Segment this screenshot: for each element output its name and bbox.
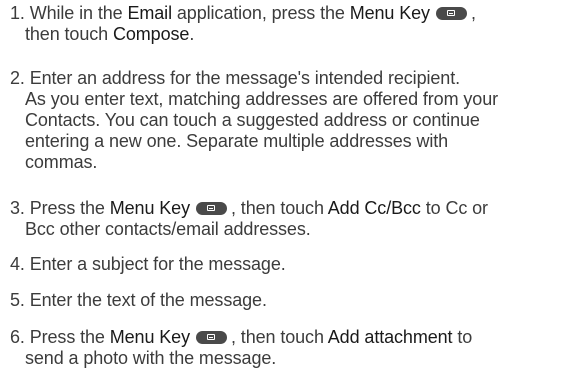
step-2-line-1: 2. Enter an address for the message's in…: [10, 68, 461, 88]
ui-term-add-cc-bcc: Add Cc/Bcc: [327, 198, 421, 218]
step-2-line-4: entering a new one. Separate multiple ad…: [25, 131, 449, 151]
step-2-line-5: commas.: [25, 152, 98, 172]
instruction-document: 1. While in the Email application, press…: [0, 0, 587, 390]
step-6-line-2: send a photo with the message.: [25, 348, 277, 368]
step-4: 4. Enter a subject for the message.: [10, 254, 585, 275]
ui-term-email: Email: [127, 3, 172, 23]
menu-key-icon: [196, 331, 227, 344]
step-5-line-1: 5. Enter the text of the message.: [10, 290, 267, 310]
step-3-line-1: 3. Press the Menu Key, then touch Add Cc…: [10, 198, 488, 218]
ui-term-menu-key: Menu Key: [109, 198, 190, 218]
menu-key-icon: [196, 202, 227, 215]
ui-term-compose: Compose: [112, 24, 190, 44]
step-4-line-1: 4. Enter a subject for the message.: [10, 254, 286, 274]
ui-term-menu-key: Menu Key: [109, 327, 190, 347]
step-2-line-2: As you enter text, matching addresses ar…: [25, 89, 499, 109]
step-1-line-2: then touch Compose.: [25, 24, 195, 44]
menu-key-icon: [435, 7, 467, 20]
step-3: 3. Press the Menu Key, then touch Add Cc…: [10, 198, 585, 240]
step-2: 2. Enter an address for the message's in…: [10, 68, 585, 173]
ui-term-menu-key: Menu Key: [349, 3, 430, 23]
ui-term-add-attachment: Add attachment: [327, 327, 453, 347]
step-3-line-2: Bcc other contacts/email addresses.: [25, 219, 311, 239]
step-2-line-3: Contacts. You can touch a suggested addr…: [25, 110, 480, 130]
step-1: 1. While in the Email application, press…: [10, 3, 585, 45]
step-6-line-1: 6. Press the Menu Key, then touch Add at…: [10, 327, 473, 347]
step-5: 5. Enter the text of the message.: [10, 290, 585, 311]
step-6: 6. Press the Menu Key, then touch Add at…: [10, 327, 585, 369]
step-1-line-1: 1. While in the Email application, press…: [10, 3, 476, 23]
